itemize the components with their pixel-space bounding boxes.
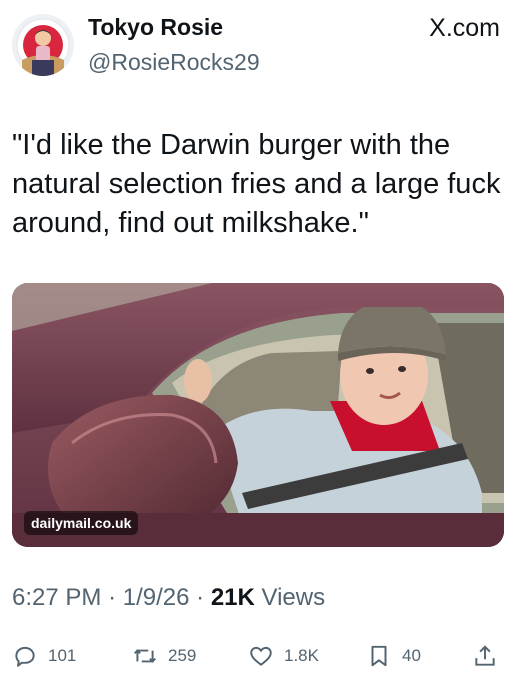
repost-icon [134, 649, 156, 663]
tweet-header: Tokyo Rosie @RosieRocks29 X.com [0, 0, 516, 90]
views-count: 21K [210, 584, 255, 611]
tweet-date[interactable]: 1/9/26 [123, 584, 190, 611]
share-icon [475, 645, 495, 666]
repost-count: 259 [168, 646, 197, 665]
author-handle[interactable]: @RosieRocks29 [88, 49, 260, 76]
reply-icon [15, 646, 35, 667]
bookmark-count: 40 [402, 646, 421, 665]
bookmark-icon [371, 645, 387, 667]
repost-button[interactable]: 259 [132, 636, 196, 676]
media-source-badge: dailymail.co.uk [24, 511, 139, 535]
like-count: 1.8K [284, 646, 319, 665]
tweet-media[interactable]: dailymail.co.uk [12, 283, 504, 547]
bookmark-button[interactable]: 40 [366, 636, 421, 676]
meta-separator: · [108, 584, 117, 611]
reply-button[interactable]: 101 [12, 636, 76, 676]
reply-count: 101 [48, 646, 77, 665]
avatar[interactable] [12, 14, 74, 76]
tweet-text: "I'd like the Darwin burger with the nat… [12, 129, 501, 239]
meta-separator: · [196, 584, 205, 611]
avatar-image [12, 14, 74, 76]
like-button[interactable]: 1.8K [248, 636, 319, 676]
share-button[interactable] [472, 636, 508, 676]
author-name[interactable]: Tokyo Rosie [88, 14, 223, 41]
action-bar: 101 259 1.8K 40 [12, 636, 504, 676]
heart-icon [250, 646, 272, 666]
brand-label: X.com [429, 14, 500, 42]
views-label: Views [261, 584, 326, 611]
tweet-time[interactable]: 6:27 PM [12, 584, 101, 611]
media-image [12, 283, 504, 547]
tweet-meta: 6:27 PM · 1/9/26 · 21K Views [12, 584, 325, 612]
